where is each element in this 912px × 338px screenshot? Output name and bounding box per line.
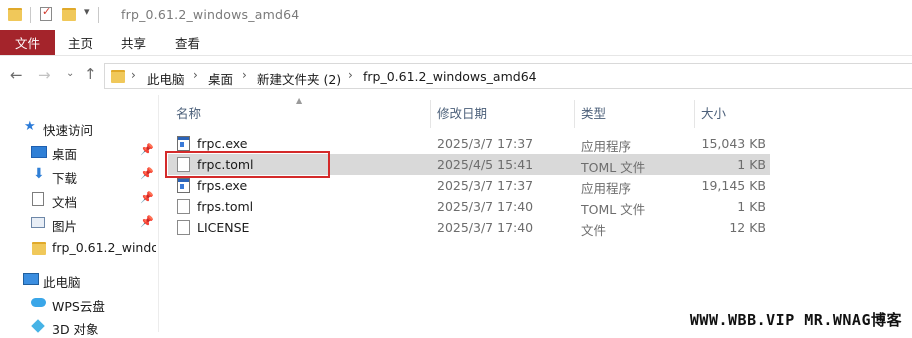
column-divider[interactable] xyxy=(574,100,575,128)
navigation-pane: ★ 快速访问 桌面 📌 ⬇ 下载 📌 文档 📌 图片 📌 frp_0.61.2_… xyxy=(0,95,158,337)
tab-share[interactable]: 共享 xyxy=(121,30,146,55)
file-date: 2025/3/7 17:37 xyxy=(437,136,534,151)
file-size: 19,145 KB xyxy=(701,178,766,193)
chevron-right-icon[interactable]: › xyxy=(242,68,247,82)
cloud-icon xyxy=(31,298,46,307)
nav-item-documents[interactable]: 文档 📌 xyxy=(0,189,158,211)
file-icon xyxy=(177,220,190,235)
chevron-right-icon[interactable]: › xyxy=(131,68,136,82)
nav-item-downloads[interactable]: ⬇ 下载 📌 xyxy=(0,165,158,187)
breadcrumb-new-folder[interactable]: 新建文件夹 (2) xyxy=(257,69,341,88)
nav-label: 下载 xyxy=(52,171,78,186)
file-date: 2025/3/7 17:37 xyxy=(437,178,534,193)
nav-item-wps-cloud[interactable]: WPS云盘 xyxy=(0,293,158,315)
tab-file[interactable]: 文件 xyxy=(0,30,55,55)
file-type: TOML 文件 xyxy=(581,160,646,175)
breadcrumb-current-folder[interactable]: frp_0.61.2_windows_amd64 xyxy=(363,69,537,84)
navigation-bar: ← → ⌄ ↑ › 此电脑 › 桌面 › 新建文件夹 (2) › frp_0.6… xyxy=(0,56,912,94)
column-header-name[interactable]: 名称 xyxy=(176,103,201,125)
file-date: 2025/3/7 17:40 xyxy=(437,220,534,235)
nav-item-frp-folder[interactable]: frp_0.61.2_window xyxy=(0,237,158,259)
watermark: WWW.WBB.VIP MR.WNAG博客 xyxy=(689,311,902,329)
divider xyxy=(30,7,31,23)
nav-item-3d-objects[interactable]: 3D 对象 xyxy=(0,316,158,338)
nav-item-pictures[interactable]: 图片 📌 xyxy=(0,213,158,235)
nav-label: 快速访问 xyxy=(43,123,94,138)
nav-label: frp_0.61.2_window xyxy=(52,240,156,255)
file-row[interactable]: LICENSE 2025/3/7 17:40 文件 12 KB xyxy=(168,217,770,238)
up-arrow-icon[interactable]: ↑ xyxy=(84,65,97,83)
forward-arrow-icon[interactable]: → xyxy=(38,66,51,84)
column-divider[interactable] xyxy=(694,100,695,128)
customize-toolbar-icon[interactable]: ▾ xyxy=(84,5,90,18)
tab-view[interactable]: 查看 xyxy=(175,30,200,55)
document-icon xyxy=(32,192,44,206)
file-date: 2025/4/5 15:41 xyxy=(437,157,534,172)
pane-divider[interactable] xyxy=(158,95,159,332)
divider xyxy=(98,7,99,23)
nav-label: WPS云盘 xyxy=(52,299,105,314)
pin-icon[interactable]: 📌 xyxy=(140,215,154,228)
nav-item-desktop[interactable]: 桌面 📌 xyxy=(0,141,158,163)
file-size: 15,043 KB xyxy=(701,136,766,151)
file-name: frps.toml xyxy=(197,199,254,214)
exe-icon xyxy=(177,136,190,151)
column-header-size[interactable]: 大小 xyxy=(701,103,726,125)
tab-home[interactable]: 主页 xyxy=(68,30,93,55)
computer-icon xyxy=(23,273,39,285)
nav-label: 桌面 xyxy=(52,147,78,162)
file-type: 应用程序 xyxy=(581,181,632,196)
properties-icon[interactable] xyxy=(40,5,52,21)
pin-icon[interactable]: 📌 xyxy=(140,143,154,156)
file-date: 2025/3/7 17:40 xyxy=(437,199,534,214)
file-size: 1 KB xyxy=(737,157,766,172)
download-icon: ⬇ xyxy=(33,166,45,182)
recent-locations-icon[interactable]: ⌄ xyxy=(66,68,74,79)
column-header-type[interactable]: 类型 xyxy=(581,103,606,125)
highlight-annotation xyxy=(165,151,330,178)
nav-label: 此电脑 xyxy=(43,275,81,290)
column-header-date[interactable]: 修改日期 xyxy=(437,103,487,125)
back-arrow-icon[interactable]: ← xyxy=(10,66,23,84)
nav-label: 文档 xyxy=(52,195,78,210)
file-name: LICENSE xyxy=(197,220,250,235)
nav-label: 3D 对象 xyxy=(52,322,99,337)
file-size: 12 KB xyxy=(729,220,766,235)
folder-icon xyxy=(111,70,125,83)
window-title: frp_0.61.2_windows_amd64 xyxy=(121,7,300,22)
file-type: TOML 文件 xyxy=(581,202,646,217)
sort-ascending-icon: ▲ xyxy=(296,96,303,105)
file-icon xyxy=(177,199,190,214)
3d-object-icon xyxy=(31,319,45,333)
breadcrumb-desktop[interactable]: 桌面 xyxy=(208,69,233,88)
file-name: frpc.exe xyxy=(197,136,248,151)
file-type: 文件 xyxy=(581,223,607,238)
desktop-icon xyxy=(31,146,47,158)
column-divider[interactable] xyxy=(430,100,431,128)
picture-icon xyxy=(31,217,45,228)
title-bar: ▾ frp_0.61.2_windows_amd64 xyxy=(0,0,912,30)
pin-icon[interactable]: 📌 xyxy=(140,167,154,180)
new-folder-icon[interactable] xyxy=(62,8,76,21)
file-size: 1 KB xyxy=(737,199,766,214)
nav-this-pc[interactable]: 此电脑 xyxy=(0,269,158,291)
folder-icon xyxy=(8,8,22,21)
breadcrumb-this-pc[interactable]: 此电脑 xyxy=(147,69,185,88)
nav-label: 图片 xyxy=(52,219,78,234)
file-row[interactable]: frps.exe 2025/3/7 17:37 应用程序 19,145 KB xyxy=(168,175,770,196)
chevron-right-icon[interactable]: › xyxy=(193,68,198,82)
file-type: 应用程序 xyxy=(581,139,632,154)
exe-icon xyxy=(177,178,190,193)
pin-icon[interactable]: 📌 xyxy=(140,191,154,204)
address-bar[interactable]: › 此电脑 › 桌面 › 新建文件夹 (2) › frp_0.61.2_wind… xyxy=(104,63,912,89)
folder-icon xyxy=(32,242,46,255)
nav-quick-access[interactable]: ★ 快速访问 xyxy=(0,117,158,139)
star-icon: ★ xyxy=(24,119,36,134)
file-name: frps.exe xyxy=(197,178,248,193)
ribbon-tabs: 文件 主页 共享 查看 xyxy=(0,30,912,56)
chevron-right-icon[interactable]: › xyxy=(348,68,353,82)
file-row[interactable]: frps.toml 2025/3/7 17:40 TOML 文件 1 KB xyxy=(168,196,770,217)
